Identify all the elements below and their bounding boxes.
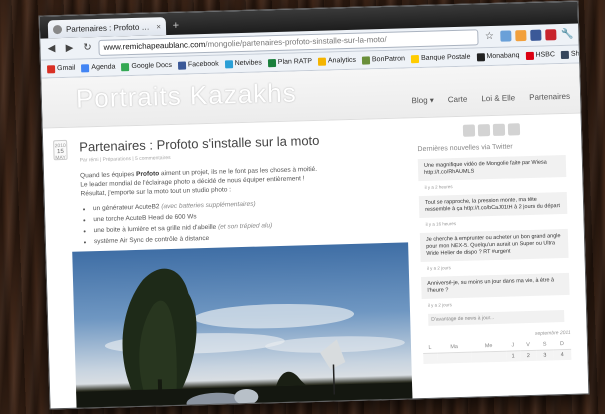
url-host: www.remichapeaublanc.com — [103, 39, 206, 52]
extension-icon[interactable] — [500, 30, 512, 42]
calendar: septembre 2011 L Ma Me J V S D 1234 — [422, 330, 572, 365]
bookmark-icon — [410, 54, 420, 63]
calendar-weekday: D — [552, 338, 572, 350]
bookmark-icon — [81, 63, 90, 72]
more-news-link[interactable]: D'avantage de news à jour... — [428, 310, 565, 326]
browser-window: Partenaires : Profoto s'installe × + ◀ ▶… — [38, 0, 590, 410]
tweet-time: il y a 16 heures — [425, 221, 457, 227]
favicon-icon — [52, 24, 63, 34]
browser-tab[interactable]: Partenaires : Profoto s'installe × — [47, 17, 167, 39]
calendar-day — [471, 351, 507, 363]
forward-icon[interactable]: ▶ — [62, 41, 76, 55]
post-title[interactable]: Partenaires : Profoto s'installe sur la … — [79, 133, 320, 155]
bookmark-icon — [525, 51, 534, 60]
post-body: Quand les équipes Profoto aiment un proj… — [80, 163, 392, 249]
close-icon[interactable]: × — [156, 22, 161, 31]
post-date-badge: 2010 15 MAY — [53, 139, 68, 161]
tab-title: Partenaires : Profoto s'installe — [65, 21, 153, 34]
nav-item-loi-elle[interactable]: Loi & Elle — [481, 93, 515, 103]
bookmark-icon — [361, 55, 371, 65]
bookmark-icon — [177, 61, 187, 70]
calendar-weekday: L — [422, 342, 438, 354]
bookmark-icon — [46, 64, 56, 73]
reload-icon[interactable]: ↻ — [80, 41, 94, 55]
post-paragraph: Quand les équipes Profoto aiment un proj… — [80, 165, 318, 198]
bookmark-icon — [267, 58, 276, 67]
post-meta: Par rémi | Préparations | 5 commentaires — [79, 154, 171, 164]
facebook-icon[interactable] — [530, 29, 542, 41]
bookmark-icon — [476, 52, 485, 61]
bookmark-item[interactable]: Gmail — [46, 64, 75, 73]
tweet[interactable]: Je cherche à emprunter ou acheter un bon… — [419, 228, 569, 263]
calendar-day — [423, 353, 438, 365]
tweet-time: il y a 2 heures — [424, 184, 453, 190]
star-icon[interactable]: ☆ — [482, 29, 496, 43]
url-path: /mongolie/partenaires-profoto-sinstalle-… — [205, 34, 387, 49]
tweet[interactable]: Une magnifique vidéo de Mongolie faite p… — [417, 154, 567, 182]
web-page: Portraits Kazakhs Blog ▾ Carte Loi & Ell… — [41, 63, 589, 410]
wrench-icon[interactable]: 🔧 — [560, 27, 574, 41]
tweet[interactable]: Anniversé-je, su moins un jour dans ma v… — [421, 272, 570, 300]
tweet[interactable]: Tout se rapproche, la pression monte, ma… — [418, 191, 568, 219]
photo-illustration — [76, 268, 413, 410]
facebook-icon[interactable] — [492, 123, 505, 136]
bookmark-item[interactable]: Agenda — [81, 63, 116, 72]
bookmark-icon — [121, 62, 130, 71]
calendar-day — [437, 352, 472, 364]
post-photo — [72, 242, 413, 410]
bookmark-item[interactable]: Facebook — [177, 60, 219, 70]
tweet-time: il y a 2 jours — [426, 265, 451, 271]
calendar-weekday: V — [519, 339, 537, 351]
calendar-day[interactable]: 3 — [536, 349, 554, 361]
tweet-time: il y a 2 jours — [427, 302, 452, 308]
nav-item-partenaires[interactable]: Partenaires — [529, 92, 570, 102]
bookmark-item[interactable]: Share on Tumblr — [560, 49, 579, 59]
bookmark-item[interactable]: HSBC — [525, 51, 555, 60]
bookmark-item[interactable]: Google Docs — [121, 61, 172, 71]
calendar-weekday: J — [505, 340, 520, 352]
bookmark-icon — [224, 59, 233, 68]
bookmark-item[interactable]: Banque Postale — [410, 53, 471, 63]
bookmark-icon — [560, 50, 570, 59]
calendar-weekday: S — [536, 339, 554, 351]
bookmark-item[interactable]: Plan RATP — [267, 58, 312, 67]
calendar-day[interactable]: 1 — [506, 350, 521, 362]
bookmark-item[interactable]: Netvibes — [224, 59, 262, 68]
nav-item-blog[interactable]: Blog ▾ — [411, 96, 434, 106]
gmail-icon[interactable] — [545, 29, 557, 41]
site-title[interactable]: Portraits Kazakhs — [76, 77, 298, 114]
extension-icon[interactable] — [515, 30, 527, 42]
rss-icon[interactable] — [462, 124, 475, 137]
equipment-list: un générateur AcuteB2 (avec batteries su… — [93, 196, 392, 246]
back-icon[interactable]: ◀ — [44, 42, 58, 56]
sidebar: Dernières nouvelles via Twitter Une magn… — [411, 122, 578, 365]
calendar-day[interactable]: 4 — [553, 349, 572, 361]
bookmark-icon — [317, 57, 327, 66]
twitter-title: Dernières nouvelles via Twitter — [417, 143, 513, 154]
flickr-icon[interactable] — [507, 123, 520, 136]
twitter-icon[interactable] — [477, 124, 490, 137]
content-area: 2010 15 MAY Partenaires : Profoto s'inst… — [43, 114, 589, 410]
nav-item-carte[interactable]: Carte — [448, 95, 468, 105]
bookmark-item[interactable]: Monabanq — [476, 52, 520, 61]
bookmark-item[interactable]: Analytics — [317, 56, 356, 66]
bookmark-item[interactable]: BonPatron — [361, 55, 405, 65]
calendar-table: L Ma Me J V S D 1234 — [422, 338, 572, 365]
new-tab-icon[interactable]: + — [170, 20, 182, 32]
social-icons — [411, 122, 571, 138]
calendar-day[interactable]: 2 — [519, 350, 537, 362]
site-nav: Blog ▾ Carte Loi & Elle Partenaires — [411, 92, 570, 105]
